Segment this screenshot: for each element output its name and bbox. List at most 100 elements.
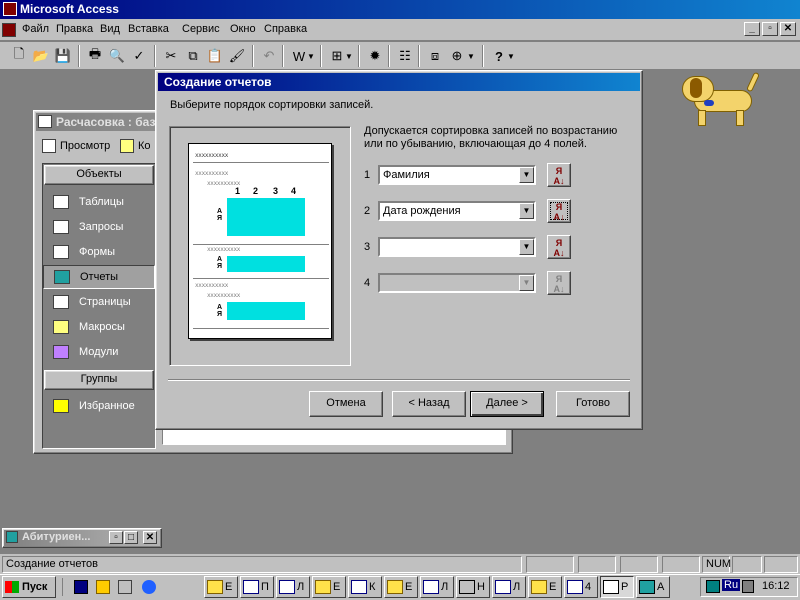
toolbar-separator bbox=[320, 45, 322, 67]
back-button[interactable]: < Назад bbox=[392, 391, 466, 417]
cut-icon[interactable]: ✂ bbox=[160, 45, 182, 67]
undo-icon[interactable]: ↶ bbox=[258, 45, 280, 67]
quicklaunch-ie-icon[interactable] bbox=[142, 580, 156, 594]
groups-header[interactable]: Группы bbox=[44, 370, 154, 390]
taskbar-button-11[interactable]: 4 bbox=[564, 576, 598, 598]
taskbar-button-8[interactable]: Н bbox=[456, 576, 490, 598]
properties-icon[interactable]: ☷ bbox=[394, 45, 416, 67]
preview-highlight-block-3 bbox=[227, 302, 305, 320]
help-dropdown-icon[interactable]: ▼ bbox=[506, 45, 516, 67]
language-indicator[interactable]: Ru bbox=[722, 579, 741, 591]
wizard-titlebar[interactable]: Создание отчетов bbox=[158, 73, 640, 91]
toolbar-separator bbox=[78, 45, 80, 67]
finish-button[interactable]: Готово bbox=[556, 391, 630, 417]
chevron-down-icon[interactable]: ▼ bbox=[519, 239, 534, 255]
tray-network-icon[interactable] bbox=[706, 580, 720, 593]
sort-field-3-select[interactable]: ▼ bbox=[378, 237, 536, 257]
copy-icon[interactable]: ⧉ bbox=[182, 45, 204, 67]
chevron-down-icon[interactable]: ▼ bbox=[519, 203, 534, 219]
office-links-dropdown-icon[interactable]: ▼ bbox=[306, 45, 316, 67]
start-button[interactable]: Пуск bbox=[2, 576, 56, 598]
objects-header[interactable]: Объекты bbox=[44, 165, 154, 185]
sort-order-2-button[interactable]: Я А↓ bbox=[547, 199, 571, 223]
preview-group-placeholder: xxxxxxxxxx bbox=[195, 282, 229, 289]
taskbar-button-2[interactable]: П bbox=[240, 576, 274, 598]
code-icon[interactable]: ✹ bbox=[364, 45, 386, 67]
taskbar-button-7[interactable]: Л bbox=[420, 576, 454, 598]
taskbar-button-13[interactable]: А bbox=[636, 576, 670, 598]
nav-item-forms[interactable]: Формы bbox=[43, 240, 151, 264]
relationships-icon[interactable]: ⧈ bbox=[424, 45, 446, 67]
close-button[interactable]: ✕ bbox=[780, 22, 796, 36]
taskbar-button-12[interactable]: Р bbox=[600, 576, 634, 598]
quicklaunch-save-icon[interactable] bbox=[74, 580, 88, 594]
nav-item-pages[interactable]: Страницы bbox=[43, 290, 151, 314]
taskbar-button-5[interactable]: К bbox=[348, 576, 382, 598]
print-icon[interactable]: 🖶 bbox=[84, 45, 106, 67]
preview-toolbar-button[interactable]: Просмотр bbox=[42, 139, 110, 153]
paste-icon[interactable]: 📋 bbox=[204, 45, 226, 67]
print-preview-icon[interactable]: 🔍 bbox=[106, 45, 128, 67]
preview-group-placeholder: xxxxxxxxxx bbox=[207, 292, 241, 299]
wizard-title: Создание отчетов bbox=[164, 75, 272, 89]
analyze-dropdown-icon[interactable]: ▼ bbox=[344, 45, 354, 67]
quicklaunch-computer-icon[interactable] bbox=[118, 580, 132, 594]
sort-preview-panel: xxxxxxxxxx xxxxxxxxxx xxxxxxxxxx 1 2 3 4… bbox=[169, 126, 351, 366]
maximize-button[interactable]: □ bbox=[124, 531, 138, 544]
spelling-icon[interactable]: ✓ bbox=[128, 45, 150, 67]
restore-button[interactable]: ▫ bbox=[109, 531, 123, 544]
close-button[interactable]: ✕ bbox=[143, 531, 157, 544]
menu-item-window[interactable]: Окно bbox=[230, 23, 256, 35]
chevron-down-icon[interactable]: ▼ bbox=[519, 275, 534, 291]
favorites-icon bbox=[53, 399, 69, 413]
restore-button[interactable]: ▫ bbox=[762, 22, 778, 36]
menu-item-help[interactable]: Справка bbox=[264, 23, 307, 35]
sort-order-3-button[interactable]: Я А↓ bbox=[547, 235, 571, 259]
nav-item-favorites[interactable]: Избранное bbox=[43, 394, 151, 418]
cancel-button[interactable]: Отмена bbox=[309, 391, 383, 417]
menu-item-tools[interactable]: Сервис bbox=[182, 23, 220, 35]
open-icon[interactable]: 📂 bbox=[30, 45, 52, 67]
minimized-window[interactable]: Абитуриен... ▫ □ ✕ bbox=[2, 528, 162, 548]
next-button[interactable]: Далее > bbox=[470, 391, 544, 417]
nav-item-queries[interactable]: Запросы bbox=[43, 215, 151, 239]
sort-field-1-select[interactable]: Фамилия ▼ bbox=[378, 165, 536, 185]
new-object-dropdown-icon[interactable]: ▼ bbox=[466, 45, 476, 67]
sort-order-4-button[interactable]: Я А↓ bbox=[547, 271, 571, 295]
design-toolbar-button[interactable]: Ко bbox=[120, 139, 151, 153]
preview-highlight-block-2 bbox=[227, 256, 305, 272]
preview-column-4: 4 bbox=[291, 186, 297, 196]
taskbar-button-4[interactable]: Е bbox=[312, 576, 346, 598]
nav-item-macros[interactable]: Макросы bbox=[43, 315, 151, 339]
sort-field-2-number: 2 bbox=[364, 205, 371, 217]
new-icon[interactable]: 🗋 bbox=[8, 45, 30, 67]
taskbar-button-10[interactable]: Е bbox=[528, 576, 562, 598]
nav-item-tables[interactable]: Таблицы bbox=[43, 190, 151, 214]
tray-volume-icon[interactable] bbox=[742, 580, 754, 593]
sort-field-4-select[interactable]: ▼ bbox=[378, 273, 536, 293]
office-assistant-icon[interactable] bbox=[680, 68, 770, 128]
taskbar-button-3[interactable]: Л bbox=[276, 576, 310, 598]
sort-field-2-select[interactable]: Дата рождения ▼ bbox=[378, 201, 536, 221]
toolbar-separator bbox=[358, 45, 360, 67]
save-icon[interactable]: 💾 bbox=[52, 45, 74, 67]
menu-item-file[interactable]: Файл bbox=[22, 23, 49, 35]
document-icon[interactable] bbox=[2, 23, 16, 37]
preview-highlight-block-1 bbox=[227, 198, 305, 236]
menu-item-view[interactable]: Вид bbox=[100, 23, 120, 35]
taskbar-button-6[interactable]: Е bbox=[384, 576, 418, 598]
menu-item-edit[interactable]: Правка bbox=[56, 23, 93, 35]
nav-item-reports[interactable]: Отчеты bbox=[43, 265, 155, 289]
nav-item-modules[interactable]: Модули bbox=[43, 340, 151, 364]
format-painter-icon[interactable]: 🖌 bbox=[226, 45, 248, 67]
sort-order-1-button[interactable]: Я А↓ bbox=[547, 163, 571, 187]
menu-item-insert[interactable]: Вставка bbox=[128, 23, 169, 35]
chevron-down-icon[interactable]: ▼ bbox=[519, 167, 534, 183]
quicklaunch-pencil-icon[interactable] bbox=[96, 580, 110, 594]
taskbar-button-1[interactable]: Е bbox=[204, 576, 238, 598]
wizard-subtitle: Выберите порядок сортировки записей. bbox=[170, 99, 374, 111]
new-object-icon[interactable]: ⊕ bbox=[446, 45, 468, 67]
preview-sort-indicator: А Я bbox=[217, 208, 223, 222]
taskbar-button-9[interactable]: Л bbox=[492, 576, 526, 598]
minimize-button[interactable]: _ bbox=[744, 22, 760, 36]
